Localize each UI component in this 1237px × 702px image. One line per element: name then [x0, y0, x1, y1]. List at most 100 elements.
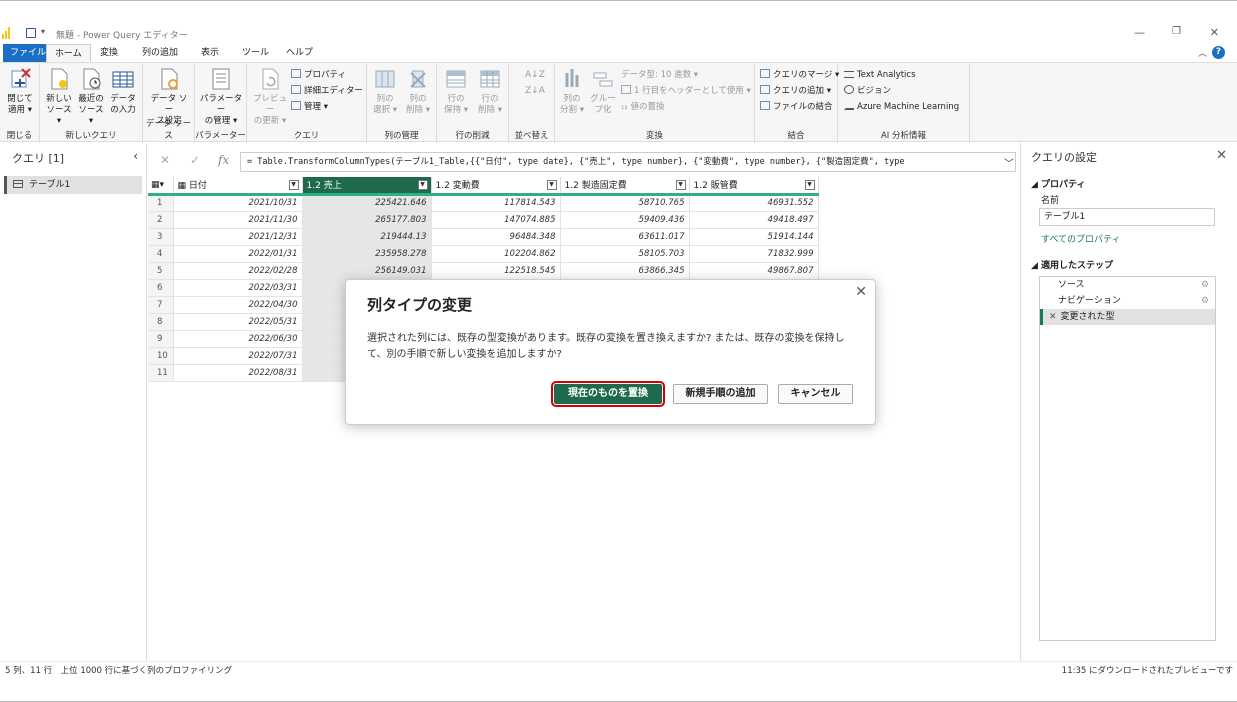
row-number[interactable]: 7	[148, 296, 174, 314]
dialog-close-icon[interactable]: ✕	[855, 284, 867, 300]
manage-button[interactable]: 管理 ▾	[291, 101, 328, 114]
commit-formula-icon[interactable]: ✓	[190, 153, 200, 167]
filter-dropdown-icon[interactable]: ▼	[417, 180, 428, 190]
help-icon[interactable]: ?	[1212, 46, 1225, 59]
group-by-button[interactable]: グルー プ化	[589, 67, 617, 116]
table-cell[interactable]: 235958.278	[302, 245, 432, 263]
tab-home[interactable]: ホーム	[46, 44, 91, 62]
table-cell[interactable]: 2022/05/31	[173, 313, 303, 331]
table-cell[interactable]: 256149.031	[302, 262, 432, 280]
replace-current-button[interactable]: 現在のものを置換	[551, 381, 665, 407]
table-cell[interactable]: 102204.862	[431, 245, 561, 263]
remove-columns-button[interactable]: 列の 削除 ▾	[403, 67, 433, 116]
cancel-formula-icon[interactable]: ✕	[160, 153, 170, 167]
table-cell[interactable]: 2021/12/31	[173, 228, 303, 246]
table-cell[interactable]: 2021/10/31	[173, 194, 303, 212]
table-cell[interactable]: 71832.999	[689, 245, 819, 263]
table-cell[interactable]: 58710.765	[560, 194, 690, 212]
table-cell[interactable]: 49867.807	[689, 262, 819, 280]
table-cell[interactable]: 147074.885	[431, 211, 561, 229]
cancel-button[interactable]: キャンセル	[778, 384, 853, 404]
table-cell[interactable]: 2021/11/30	[173, 211, 303, 229]
merge-queries-button[interactable]: クエリのマージ ▾	[760, 69, 839, 82]
remove-rows-button[interactable]: 行の 削除 ▾	[474, 67, 506, 116]
all-properties-link[interactable]: すべてのプロパティ	[1041, 232, 1120, 245]
table-cell[interactable]: 122518.545	[431, 262, 561, 280]
column-header-variable-cost[interactable]: 1.2 変動費 ▼	[431, 177, 561, 196]
row-number[interactable]: 6	[148, 279, 174, 297]
fx-icon[interactable]: fx	[218, 153, 229, 167]
data-type-dropdown[interactable]: データ型: 10 進数 ▾	[621, 69, 698, 82]
filter-dropdown-icon[interactable]: ▼	[804, 180, 815, 190]
filter-dropdown-icon[interactable]: ▼	[546, 180, 557, 190]
close-window-button[interactable]: ✕	[1210, 26, 1219, 39]
filter-dropdown-icon[interactable]: ▼	[675, 180, 686, 190]
row-number[interactable]: 3	[148, 228, 174, 246]
delete-step-icon[interactable]: ✕	[1049, 312, 1057, 322]
row-number[interactable]: 9	[148, 330, 174, 348]
row-number[interactable]: 2	[148, 211, 174, 229]
row-number[interactable]: 8	[148, 313, 174, 331]
table-cell[interactable]: 225421.646	[302, 194, 432, 212]
expand-formula-icon[interactable]: ﹀	[1004, 155, 1014, 170]
quick-access-dropdown-icon[interactable]: ▾	[41, 27, 45, 36]
step-source[interactable]: ソース ⚙	[1040, 277, 1215, 293]
properties-section-title[interactable]: ◢ プロパティ	[1031, 177, 1086, 190]
row-number[interactable]: 4	[148, 245, 174, 263]
row-number[interactable]: 11	[148, 364, 174, 382]
use-first-row-headers-button[interactable]: 1 行目をヘッダーとして使用 ▾	[621, 85, 751, 98]
append-queries-button[interactable]: クエリの追加 ▾	[760, 85, 831, 98]
choose-columns-button[interactable]: 列の 選択 ▾	[370, 67, 400, 116]
column-header-date[interactable]: ▦ 日付 ▼	[173, 177, 303, 196]
table-menu-icon[interactable]: ▦▾	[148, 177, 174, 196]
table-cell[interactable]: 2022/01/31	[173, 245, 303, 263]
table-cell[interactable]: 59409.436	[560, 211, 690, 229]
tab-help[interactable]: ヘルプ	[278, 44, 321, 62]
row-number[interactable]: 10	[148, 347, 174, 365]
manage-parameters-button[interactable]: パラメーター の管理 ▾	[198, 67, 244, 127]
gear-icon[interactable]: ⚙	[1201, 293, 1209, 309]
table-cell[interactable]: 51914.144	[689, 228, 819, 246]
table-cell[interactable]: 46931.552	[689, 194, 819, 212]
minimize-button[interactable]: —	[1134, 26, 1145, 39]
column-header-sga[interactable]: 1.2 販管費 ▼	[689, 177, 819, 196]
table-cell[interactable]: 63611.017	[560, 228, 690, 246]
tab-view[interactable]: 表示	[193, 44, 227, 62]
row-number[interactable]: 1	[148, 194, 174, 212]
close-pane-icon[interactable]: ✕	[1216, 148, 1227, 163]
formula-input[interactable]: = Table.TransformColumnTypes(テーブル1_Table…	[240, 152, 1016, 172]
query-item-table1[interactable]: テーブル1	[4, 176, 142, 194]
query-name-input[interactable]: テーブル1	[1039, 208, 1215, 226]
table-cell[interactable]: 49418.497	[689, 211, 819, 229]
vision-button[interactable]: ビジョン	[844, 85, 891, 98]
column-header-fixed-manufacturing-cost[interactable]: 1.2 製造固定費 ▼	[560, 177, 690, 196]
tab-tools[interactable]: ツール	[234, 44, 277, 62]
table-cell[interactable]: 2022/07/31	[173, 347, 303, 365]
add-new-step-button[interactable]: 新規手順の追加	[673, 384, 768, 404]
collapse-pane-icon[interactable]: ‹	[133, 149, 138, 163]
table-cell[interactable]: 2022/04/30	[173, 296, 303, 314]
sort-descending-icon[interactable]: Z↓A	[525, 85, 545, 98]
table-cell[interactable]: 117814.543	[431, 194, 561, 212]
collapse-ribbon-icon[interactable]: ︿	[1198, 46, 1207, 59]
filter-dropdown-icon[interactable]: ▼	[288, 180, 299, 190]
gear-icon[interactable]: ⚙	[1201, 277, 1209, 293]
table-cell[interactable]: 2022/06/30	[173, 330, 303, 348]
table-cell[interactable]: 96484.348	[431, 228, 561, 246]
column-header-sales[interactable]: 1.2 売上 ▼	[302, 177, 432, 196]
combine-files-button[interactable]: ファイルの結合	[760, 101, 833, 114]
table-cell[interactable]: 2022/08/31	[173, 364, 303, 382]
table-cell[interactable]: 2022/02/28	[173, 262, 303, 280]
table-cell[interactable]: 219444.13	[302, 228, 432, 246]
tab-add-column[interactable]: 列の追加	[134, 44, 186, 62]
applied-steps-section-title[interactable]: ◢ 適用したステップ	[1031, 258, 1113, 271]
advanced-editor-button[interactable]: 詳細エディター	[291, 85, 363, 98]
refresh-preview-button[interactable]: プレビュー の更新 ▾	[250, 67, 290, 127]
table-cell[interactable]: 63866.345	[560, 262, 690, 280]
row-number[interactable]: 5	[148, 262, 174, 280]
tab-transform[interactable]: 変換	[92, 44, 126, 62]
sort-ascending-icon[interactable]: A↓Z	[525, 69, 545, 82]
recent-sources-button[interactable]: 最近の ソース ▾	[76, 67, 106, 127]
azure-ml-button[interactable]: Azure Machine Learning	[844, 101, 959, 114]
properties-button[interactable]: プロパティ	[291, 69, 346, 82]
